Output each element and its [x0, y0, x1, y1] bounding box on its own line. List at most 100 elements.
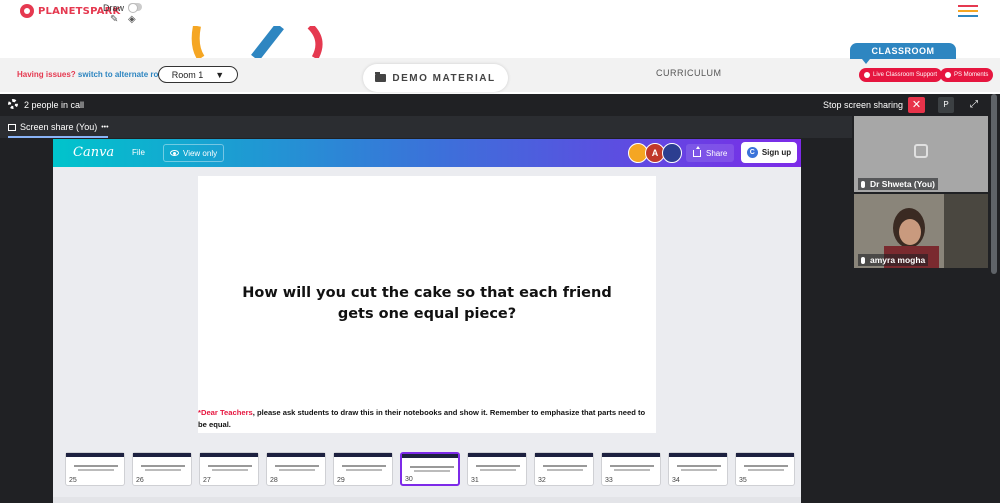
thumbnail-header — [334, 453, 392, 457]
thumbnail-header — [402, 454, 458, 458]
thumbnail-text-line — [346, 469, 382, 471]
thumbnail-number: 35 — [739, 477, 747, 484]
draw-toggle[interactable] — [128, 3, 142, 13]
thumbnail-header — [736, 453, 794, 457]
thumbnail-text-line — [275, 465, 319, 467]
thumbnail-text-line — [681, 469, 717, 471]
ps-moments-label: PS Moments — [954, 72, 989, 78]
issue-text: Having issues? — [17, 70, 76, 79]
menu-line — [958, 5, 978, 7]
deco-arc-blue — [251, 26, 284, 58]
slide-thumbnail[interactable]: 35 — [735, 452, 795, 486]
alternate-room-link[interactable]: switch to alternate room — [78, 70, 170, 79]
participant-p-button[interactable]: P — [938, 97, 954, 113]
page-scrollbar[interactable] — [991, 94, 997, 274]
settings-gear-icon[interactable] — [8, 99, 18, 109]
issue-notice: Having issues? switch to alternate room — [17, 70, 170, 79]
mic-icon — [861, 256, 865, 264]
thumbnail-number: 28 — [270, 477, 278, 484]
slide-thumbnail[interactable]: 30 — [400, 452, 460, 486]
canva-share-button[interactable]: Share — [686, 144, 735, 162]
thumbnail-header — [133, 453, 191, 457]
slide-thumbnail[interactable]: 25 — [65, 452, 125, 486]
fullscreen-expand-icon[interactable]: ⤢ — [966, 97, 982, 113]
participant-tile-self[interactable]: Dr Shweta (You) — [854, 116, 988, 192]
canva-toolbar: Canva File View only A Share C Sign up — [53, 139, 801, 167]
participant-panel: Dr Shweta (You) amyra mogha — [853, 116, 1000, 503]
camera-off-icon — [914, 144, 928, 158]
stop-sharing-label[interactable]: Stop screen sharing — [823, 100, 903, 110]
live-support-label: Live Classroom Support — [873, 72, 938, 78]
participant-tile-student[interactable]: amyra mogha — [854, 194, 988, 268]
demo-material-button[interactable]: DEMO MATERIAL — [363, 64, 508, 92]
menu-line — [958, 10, 978, 12]
canva-bottom-bar — [53, 497, 801, 503]
ps-moments-button[interactable]: PS Moments — [940, 68, 994, 82]
slide-thumbnail[interactable]: 33 — [601, 452, 661, 486]
share-label: Share — [706, 148, 728, 158]
stop-sharing-close-icon[interactable]: ✕ — [908, 97, 925, 113]
thumbnail-number: 30 — [405, 476, 413, 483]
slide-thumbnail[interactable]: 26 — [132, 452, 192, 486]
thumbnail-text-line — [614, 469, 650, 471]
canva-logo[interactable]: Canva — [73, 145, 114, 160]
deco-arc-yellow — [191, 26, 205, 58]
thumbnail-text-line — [141, 465, 185, 467]
mic-icon — [861, 180, 865, 188]
eraser-icon[interactable]: ◈ — [128, 14, 136, 25]
people-count: 2 people in call — [24, 100, 85, 110]
slide-thumbnail[interactable]: 27 — [199, 452, 259, 486]
participant-name-tag: amyra mogha — [858, 254, 929, 266]
draw-label: Draw — [103, 3, 125, 13]
more-options-icon[interactable]: ••• — [101, 124, 108, 131]
thumbnail-text-line — [342, 465, 386, 467]
sign-up-label: Sign up — [761, 148, 792, 157]
note-highlight: Dear Teachers — [200, 408, 253, 417]
room-dropdown-icon: ▼ — [215, 69, 225, 80]
menu-line — [958, 15, 978, 17]
thumbnail-header — [267, 453, 325, 457]
thumbnail-number: 26 — [136, 477, 144, 484]
slide-thumbnail[interactable]: 31 — [467, 452, 527, 486]
participant-name: Dr Shweta (You) — [870, 179, 936, 189]
thumbnail-number: 25 — [69, 477, 77, 484]
top-bar: PLANETSPARK Draw ✎ ◈ — [0, 0, 1000, 26]
slide-canvas: How will you cut the cake so that each f… — [198, 176, 656, 433]
thumbnail-number: 32 — [538, 477, 546, 484]
slide-thumbnail[interactable]: 28 — [266, 452, 326, 486]
eye-icon — [170, 150, 179, 156]
slide-thumbnail-strip: 25 26 27 28 29 30 31 32 33 34 35 — [63, 452, 801, 486]
canva-file-menu[interactable]: File — [132, 148, 145, 157]
view-only-label: View only — [183, 148, 218, 158]
thumbnail-text-line — [480, 469, 516, 471]
thumbnail-text-line — [208, 465, 252, 467]
slide-teacher-note: *Dear Teachers, please ask students to d… — [198, 407, 656, 431]
pen-icon[interactable]: ✎ — [110, 14, 118, 25]
hamburger-menu-icon[interactable] — [958, 5, 978, 17]
thumbnail-text-line — [748, 469, 784, 471]
view-only-button[interactable]: View only — [163, 144, 225, 162]
thumbnail-header — [535, 453, 593, 457]
live-support-button[interactable]: Live Classroom Support — [859, 68, 943, 82]
sign-up-button[interactable]: C Sign up — [741, 142, 797, 163]
note-body: , please ask students to draw this in th… — [198, 408, 646, 429]
screen-share-tab[interactable]: Screen share (You) ••• — [8, 122, 109, 132]
slide-thumbnail[interactable]: 29 — [333, 452, 393, 486]
thumbnail-text-line — [476, 465, 520, 467]
slide-thumbnail[interactable]: 32 — [534, 452, 594, 486]
thumbnail-text-line — [78, 469, 114, 471]
decorative-arcs — [191, 26, 323, 58]
room-select[interactable]: Room 1 ▼ — [158, 66, 238, 83]
thumbnail-text-line — [610, 465, 654, 467]
thumbnail-number: 31 — [471, 477, 479, 484]
thumbnail-text-line — [145, 469, 181, 471]
demo-material-label: DEMO MATERIAL — [392, 72, 496, 84]
curriculum-tab[interactable]: CURRICULUM — [656, 68, 722, 78]
support-icon — [864, 72, 870, 78]
thumbnail-text-line — [279, 469, 315, 471]
collaborator-avatar[interactable] — [662, 143, 682, 163]
thumbnail-text-line — [414, 470, 450, 472]
classroom-tab[interactable]: CLASSROOM — [850, 43, 956, 64]
thumbnail-header — [669, 453, 727, 457]
slide-thumbnail[interactable]: 34 — [668, 452, 728, 486]
